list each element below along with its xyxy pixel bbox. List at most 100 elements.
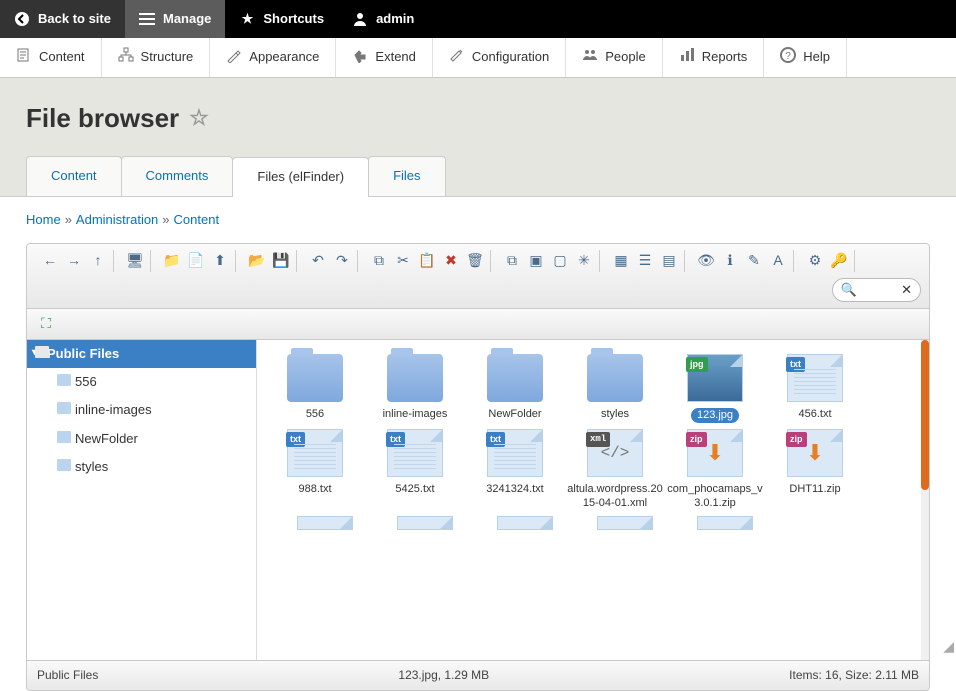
folder-icon bbox=[57, 459, 71, 471]
folder-icon bbox=[287, 354, 343, 402]
menu-label: Content bbox=[39, 48, 85, 66]
folder-tree[interactable]: Public Files556inline-imagesNewFoldersty… bbox=[27, 340, 257, 660]
favorite-star-icon[interactable]: ☆ bbox=[189, 103, 209, 134]
back-to-site-label: Back to site bbox=[38, 10, 111, 28]
tab-files-elfinder-[interactable]: Files (elFinder) bbox=[232, 157, 369, 196]
file-item[interactable]: txt456.txt bbox=[767, 354, 863, 423]
download-button[interactable]: 💾 bbox=[270, 250, 292, 272]
menu-label: Reports bbox=[702, 48, 748, 66]
menu-structure[interactable]: Structure bbox=[102, 38, 211, 77]
file-icon bbox=[397, 516, 453, 530]
toolbar-group: ⧉▣▢✳ bbox=[497, 250, 600, 272]
text-file-icon: txt bbox=[287, 429, 343, 477]
menu-people[interactable]: People bbox=[566, 38, 662, 77]
duplicate-button[interactable]: ⧉ bbox=[501, 250, 523, 272]
selectall-button[interactable]: ▣ bbox=[525, 250, 547, 272]
tree-item[interactable]: styles bbox=[27, 453, 256, 481]
file-item[interactable] bbox=[477, 516, 573, 536]
file-item[interactable]: 556 bbox=[267, 354, 363, 423]
menu-content[interactable]: Content bbox=[0, 38, 102, 77]
file-item[interactable]: styles bbox=[567, 354, 663, 423]
info-button[interactable]: ℹ bbox=[719, 250, 741, 272]
resize-button[interactable]: ⚙ bbox=[804, 250, 826, 272]
file-item[interactable] bbox=[677, 516, 773, 536]
cut-button[interactable]: ✂ bbox=[392, 250, 414, 272]
file-item[interactable]: xml</>altula.wordpress.2015-04-01.xml bbox=[567, 429, 663, 509]
manage[interactable]: Manage bbox=[125, 0, 225, 38]
menu-help[interactable]: ?Help bbox=[764, 38, 847, 77]
zip-file-icon: zip⬇ bbox=[787, 429, 843, 477]
paste-button[interactable]: 📋 bbox=[416, 250, 438, 272]
drive-icon bbox=[35, 346, 49, 358]
search-box[interactable]: 🔍✕ bbox=[832, 278, 921, 302]
fullscreen-button[interactable]: ⛶ bbox=[35, 313, 57, 335]
user-menu[interactable]: admin bbox=[338, 0, 428, 38]
file-grid[interactable]: 556inline-imagesNewFolderstylesjpg123.jp… bbox=[257, 340, 929, 660]
search-input[interactable] bbox=[863, 283, 895, 297]
newfolder-button[interactable]: 📁 bbox=[161, 250, 183, 272]
tab-content[interactable]: Content bbox=[26, 156, 122, 195]
file-name: 123.jpg bbox=[691, 408, 739, 423]
forward-button[interactable]: → bbox=[63, 250, 85, 272]
edit-button[interactable]: A bbox=[767, 250, 789, 272]
clear-search-icon[interactable]: ✕ bbox=[901, 281, 912, 299]
file-name: DHT11.zip bbox=[767, 483, 863, 496]
file-item[interactable] bbox=[377, 516, 473, 536]
grid-button[interactable]: ▦ bbox=[610, 250, 632, 272]
back-to-site[interactable]: Back to site bbox=[0, 0, 125, 38]
file-item[interactable]: txt3241324.txt bbox=[467, 429, 563, 509]
undo-button[interactable]: ↶ bbox=[307, 250, 329, 272]
file-item[interactable]: jpg123.jpg bbox=[667, 354, 763, 423]
reports-icon bbox=[679, 47, 695, 68]
menu-extend[interactable]: Extend bbox=[336, 38, 432, 77]
delete-button[interactable]: ✖ bbox=[440, 250, 462, 272]
scrollbar-track[interactable] bbox=[921, 340, 929, 660]
rename-button[interactable]: ✎ bbox=[743, 250, 765, 272]
file-item[interactable]: zip⬇ DHT11.zip bbox=[767, 429, 863, 509]
invert-button[interactable]: ✳ bbox=[573, 250, 595, 272]
tab-comments[interactable]: Comments bbox=[121, 156, 234, 195]
folder-icon bbox=[57, 374, 71, 386]
tree-item[interactable]: NewFolder bbox=[27, 425, 256, 453]
up-button[interactable]: ↑ bbox=[87, 250, 109, 272]
file-item[interactable]: txt5425.txt bbox=[367, 429, 463, 509]
open-button[interactable]: 📂 bbox=[246, 250, 268, 272]
preview-button[interactable]: 👁 bbox=[695, 250, 717, 272]
tree-item[interactable]: inline-images bbox=[27, 396, 256, 424]
menu-reports[interactable]: Reports bbox=[663, 38, 765, 77]
file-item[interactable]: zip⬇com_phocamaps_v3.0.1.zip bbox=[667, 429, 763, 509]
tree-item[interactable]: 556 bbox=[27, 368, 256, 396]
tree-root[interactable]: Public Files bbox=[27, 340, 256, 368]
folder-icon bbox=[57, 431, 71, 443]
shortcuts[interactable]: ★ Shortcuts bbox=[225, 0, 338, 38]
upload-button[interactable]: ⬆ bbox=[209, 250, 231, 272]
empty-button[interactable]: 🗑 bbox=[464, 250, 486, 272]
menu-label: Extend bbox=[375, 48, 415, 66]
selectnone-button[interactable]: ▢ bbox=[549, 250, 571, 272]
breadcrumb-link[interactable]: Administration bbox=[76, 212, 158, 227]
admin-menu: Content StructureAppearance Extend Configur… bbox=[0, 38, 956, 78]
sort-button[interactable]: ▤ bbox=[658, 250, 680, 272]
menu-appearance[interactable]: Appearance bbox=[210, 38, 336, 77]
breadcrumb-link[interactable]: Home bbox=[26, 212, 61, 227]
toolbar-group: 👁ℹ✎A bbox=[691, 250, 794, 272]
file-item[interactable] bbox=[577, 516, 673, 536]
tab-files[interactable]: Files bbox=[368, 156, 445, 195]
netmount-button[interactable]: 🖥 bbox=[124, 250, 146, 272]
menu-configuration[interactable]: Configuration bbox=[433, 38, 566, 77]
file-icon bbox=[697, 516, 753, 530]
file-item[interactable]: txt988.txt bbox=[267, 429, 363, 509]
file-item[interactable]: NewFolder bbox=[467, 354, 563, 423]
list-button[interactable]: ☰ bbox=[634, 250, 656, 272]
breadcrumb-link[interactable]: Content bbox=[174, 212, 220, 227]
chmod-button[interactable]: 🔑 bbox=[828, 250, 850, 272]
back-button[interactable]: ← bbox=[39, 250, 61, 272]
file-name: 5425.txt bbox=[367, 483, 463, 496]
copy-button[interactable]: ⧉ bbox=[368, 250, 390, 272]
file-item[interactable]: inline-images bbox=[367, 354, 463, 423]
scrollbar-thumb[interactable] bbox=[921, 340, 929, 490]
redo-button[interactable]: ↷ bbox=[331, 250, 353, 272]
configuration-icon bbox=[449, 47, 465, 68]
file-item[interactable] bbox=[277, 516, 373, 536]
newfile-button[interactable]: 📄 bbox=[185, 250, 207, 272]
